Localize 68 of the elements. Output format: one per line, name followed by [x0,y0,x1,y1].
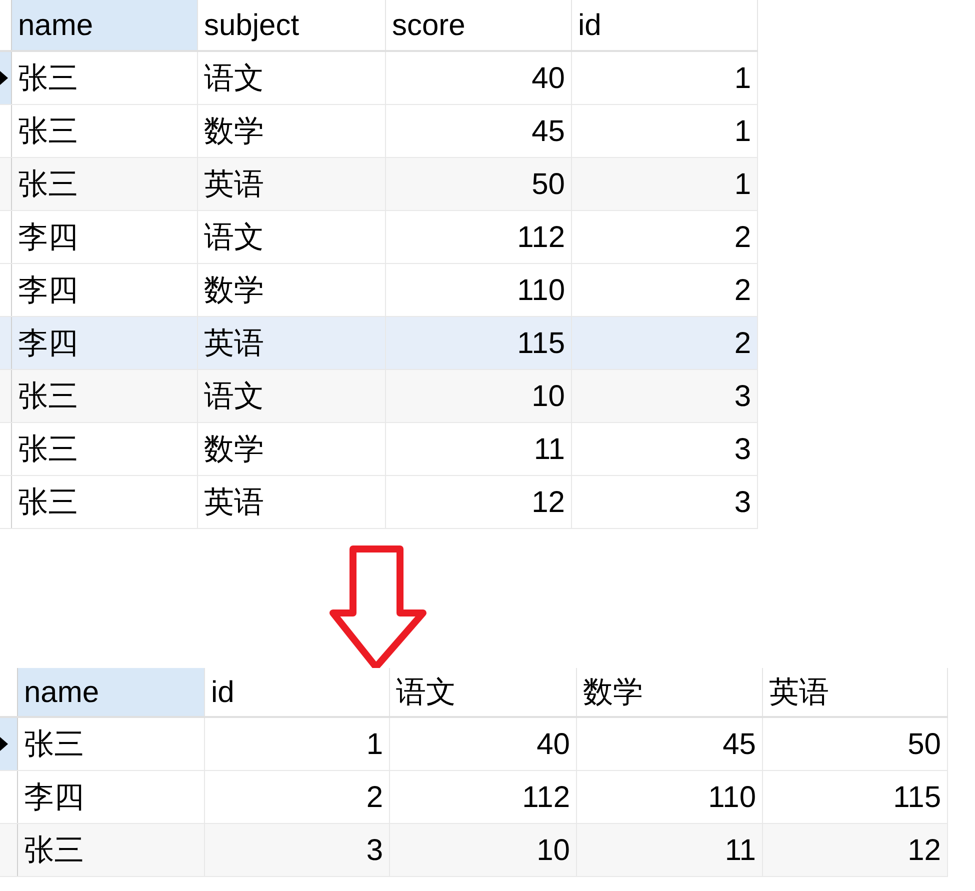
table-cell: 40 [386,52,572,104]
table-cell: 10 [390,824,577,876]
table-cell: 李四 [12,317,198,369]
table-row[interactable]: 张三 数学 45 1 [0,105,758,158]
table-cell: 语文 [198,211,386,263]
table-cell: 英语 [198,317,386,369]
table-cell: 1 [572,105,758,157]
table-cell: 3 [572,370,758,422]
table-cell: 115 [763,771,948,823]
table-row[interactable]: 张三 1 40 45 50 [0,718,948,771]
table-row[interactable]: 李四 数学 110 2 [0,264,758,317]
table-cell: 李四 [12,211,198,263]
table-cell: 50 [763,718,948,770]
table-row[interactable]: 张三 语文 40 1 [0,52,758,105]
down-arrow-icon [328,545,428,671]
table-cell: 张三 [12,476,198,528]
table-row[interactable]: 张三 语文 10 3 [0,370,758,423]
table-cell: 张三 [12,423,198,475]
table-cell: 数学 [198,105,386,157]
table-cell: 110 [386,264,572,316]
table-cell: 40 [390,718,577,770]
row-pointer-icon [0,71,8,85]
table-cell: 语文 [198,52,386,104]
table-cell: 语文 [198,370,386,422]
table-row[interactable]: 李四 语文 112 2 [0,211,758,264]
table-cell: 英语 [198,476,386,528]
table-cell: 1 [205,718,390,770]
column-header[interactable]: name [18,668,205,716]
table-cell: 张三 [12,370,198,422]
table-cell: 李四 [18,771,205,823]
table-cell: 张三 [12,52,198,104]
column-header[interactable]: name [12,0,198,50]
table-cell: 10 [386,370,572,422]
table-cell: 11 [386,423,572,475]
table-row[interactable]: 张三 英语 50 1 [0,158,758,211]
table-cell: 李四 [12,264,198,316]
table-cell: 1 [572,52,758,104]
table-row[interactable]: 李四 英语 115 2 [0,317,758,370]
table-cell: 英语 [198,158,386,210]
table-cell: 数学 [198,423,386,475]
table-cell: 45 [577,718,763,770]
table-cell: 11 [577,824,763,876]
table-cell: 2 [205,771,390,823]
table-cell: 2 [572,317,758,369]
table-cell: 3 [205,824,390,876]
table-cell: 3 [572,423,758,475]
table-row[interactable]: 李四 2 112 110 115 [0,771,948,824]
table-cell: 50 [386,158,572,210]
table-cell: 45 [386,105,572,157]
table-cell: 2 [572,264,758,316]
table-cell: 3 [572,476,758,528]
table-row[interactable]: 张三 英语 12 3 [0,476,758,529]
table-row[interactable]: 张三 数学 11 3 [0,423,758,476]
table-cell: 张三 [18,718,205,770]
table-cell: 1 [572,158,758,210]
table-cell: 张三 [12,105,198,157]
table-row[interactable]: 张三 3 10 11 12 [0,824,948,877]
table-cell: 112 [390,771,577,823]
table-cell: 数学 [198,264,386,316]
table-cell: 12 [763,824,948,876]
table-cell: 110 [577,771,763,823]
table-cell: 112 [386,211,572,263]
table-cell: 115 [386,317,572,369]
table-cell: 张三 [12,158,198,210]
table-cell: 2 [572,211,758,263]
table-cell: 张三 [18,824,205,876]
row-pointer-icon [0,737,8,751]
table-cell: 12 [386,476,572,528]
